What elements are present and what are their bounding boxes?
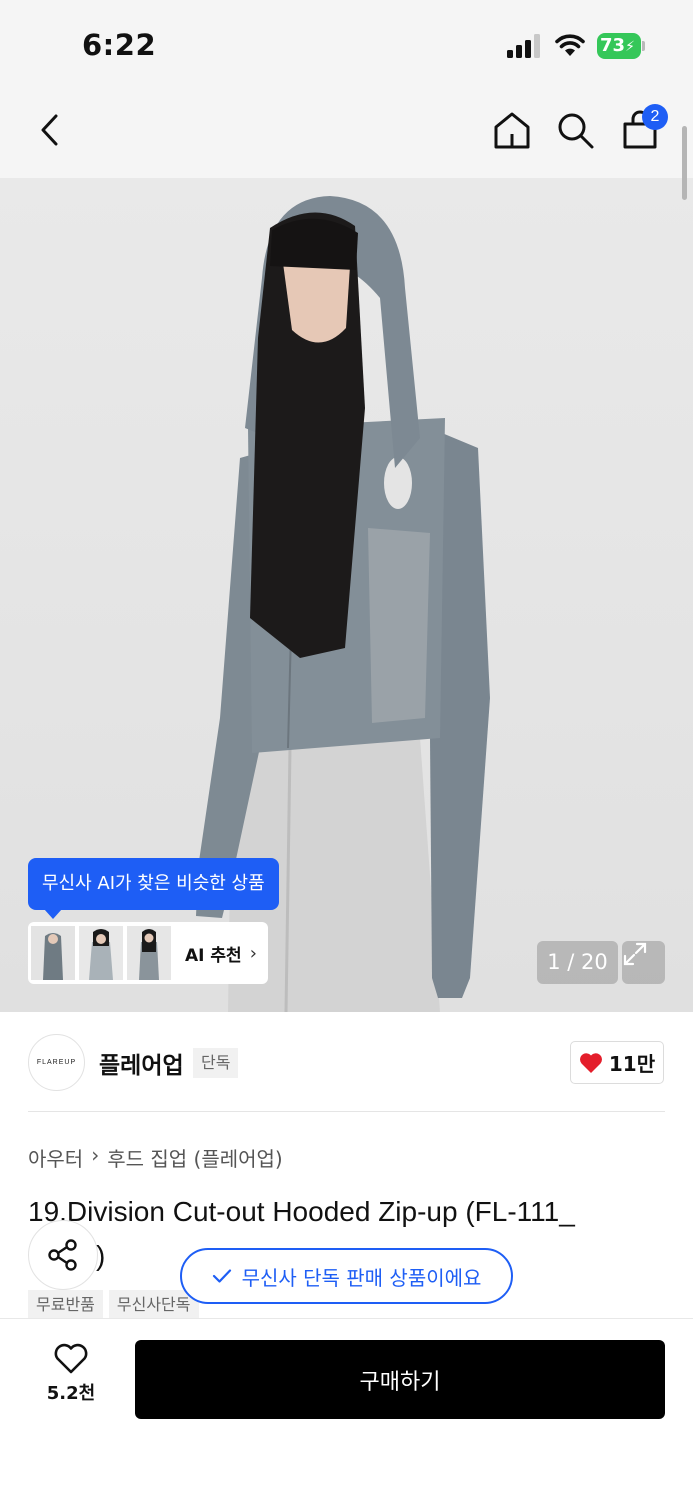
product-tags: 무료반품 무신사단독 <box>28 1290 199 1320</box>
ai-recommendation-tooltip: 무신사 AI가 찾은 비슷한 상품 <box>28 858 279 919</box>
divider <box>28 1111 665 1112</box>
ai-thumbnail <box>79 926 123 980</box>
share-icon <box>48 1239 77 1271</box>
exclusive-badge: 단독 <box>193 1048 239 1078</box>
brand-name[interactable]: 플레어업 <box>99 1046 184 1080</box>
wifi-icon <box>555 34 585 56</box>
brand-logo-text: FLAREUP <box>36 1059 77 1066</box>
tag-free-return: 무료반품 <box>28 1290 103 1320</box>
search-button[interactable] <box>553 108 597 152</box>
tag-exclusive: 무신사단독 <box>108 1290 199 1320</box>
expand-icon <box>623 942 647 966</box>
breadcrumb-subcategory[interactable]: 후드 집업 (플레어업) <box>107 1143 283 1172</box>
brand-like-count: 11만 <box>608 1052 656 1076</box>
share-button[interactable] <box>28 1220 98 1290</box>
page-scrollbar[interactable] <box>682 126 687 200</box>
breadcrumb-separator-icon: › <box>91 1143 100 1167</box>
heart-outline-icon <box>54 1343 88 1374</box>
chevron-left-icon <box>41 114 58 146</box>
image-pager: 1 / 20 <box>537 941 618 984</box>
brand-like-button[interactable]: 11만 <box>570 1041 664 1084</box>
wishlist-button[interactable]: 5.2천 <box>28 1343 114 1413</box>
expand-image-button[interactable] <box>622 941 665 984</box>
battery-level: 73 <box>600 35 626 56</box>
wishlist-count: 5.2천 <box>46 1383 96 1404</box>
breadcrumb-category[interactable]: 아우터 <box>28 1143 83 1172</box>
ai-recommendation-label: AI 추천 <box>185 945 242 966</box>
ai-recommendation-button[interactable]: AI 추천 › <box>28 922 268 984</box>
heart-filled-icon <box>579 1052 602 1073</box>
bottom-action-bar: 5.2천 구매하기 <box>0 1318 693 1500</box>
ai-thumbnail <box>127 926 171 980</box>
checkmark-icon <box>212 1269 231 1283</box>
product-title-line1: 19.Division Cut-out Hooded Zip-up (FL-11… <box>28 1196 575 1227</box>
product-image-gallery[interactable]: 무신사 AI가 찾은 비슷한 상품 AI 추천 › 1 / 20 <box>0 178 693 1012</box>
top-nav-bar: 2 <box>0 90 693 178</box>
battery-indicator: 73⚡ <box>597 33 645 59</box>
signal-icon <box>507 34 540 58</box>
back-button[interactable] <box>28 108 72 152</box>
search-icon <box>558 113 594 149</box>
breadcrumb: 아우터 › 후드 집업 (플레어업) <box>28 1143 283 1172</box>
buy-button[interactable]: 구매하기 <box>135 1340 665 1419</box>
home-button[interactable] <box>490 108 534 152</box>
cart-count-badge: 2 <box>642 104 668 130</box>
exclusive-notice-pill: 무신사 단독 판매 상품이에요 <box>180 1248 513 1304</box>
status-bar: 6:22 73⚡ <box>0 0 693 90</box>
exclusive-notice-text: 무신사 단독 판매 상품이에요 <box>241 1265 482 1290</box>
status-time: 6:22 <box>82 28 157 62</box>
brand-logo[interactable]: FLAREUP <box>28 1034 85 1091</box>
home-icon <box>494 112 530 149</box>
cart-button[interactable]: 2 <box>618 104 668 152</box>
ai-thumbnail <box>31 926 75 980</box>
chevron-right-icon: › <box>249 942 257 964</box>
